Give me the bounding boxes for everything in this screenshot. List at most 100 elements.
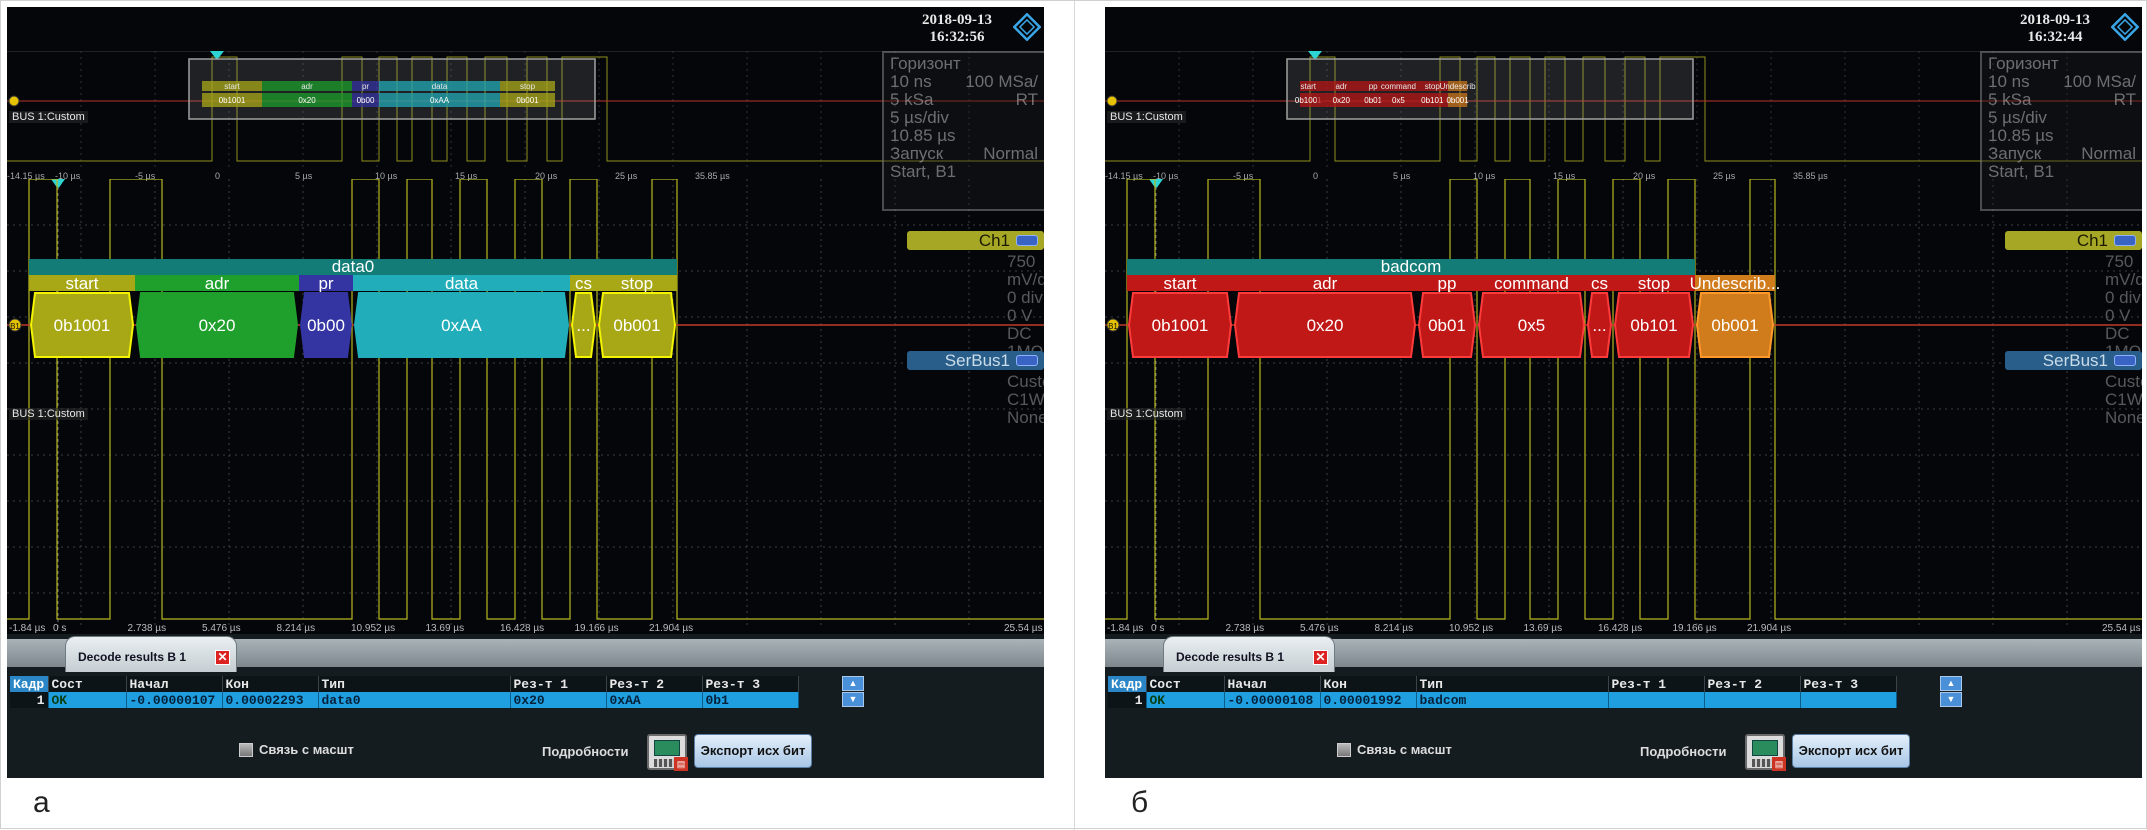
serbus-line: C1W1 [1007, 390, 1044, 409]
overview-field-name: stop [1425, 82, 1441, 91]
serbus-line: Custom [1007, 372, 1044, 391]
overview-field-value: 0b00 [357, 96, 375, 105]
details-icon[interactable]: ▤ [647, 734, 688, 771]
overview-field: pr 0b00 [352, 81, 379, 107]
time-tick-label: 2.738 µs [128, 623, 167, 634]
close-icon[interactable]: ✕ [215, 650, 230, 665]
field-name: start [1163, 274, 1196, 293]
overview-field-value: 0x5 [1392, 96, 1405, 105]
decoded-field: stop 0b001 [597, 274, 677, 358]
overview-field-value: 0b001 [516, 96, 539, 105]
serbus-line: Custom [2105, 372, 2142, 391]
ch1-line: 750 mV/div [2105, 252, 2142, 289]
table-cell: 0x20 [510, 692, 607, 708]
overview-field-name: data [432, 82, 448, 91]
serbus-settings: Custom C1W1 None [2105, 373, 2142, 427]
column-header: Рез-т 1 [510, 676, 607, 692]
results-tab-label: Decode results B 1 [78, 650, 187, 664]
serbus-line: None [1007, 408, 1044, 427]
overview-field: command 0x5 [1380, 81, 1417, 107]
info-row: Запуск Normal [890, 144, 1038, 163]
results-tab[interactable]: Decode results B 1 ✕ [1163, 636, 1335, 672]
details-icon[interactable]: ▤ [1745, 734, 1786, 771]
overview-field: adr 0x20 [1316, 81, 1366, 107]
close-icon[interactable]: ✕ [1313, 650, 1328, 665]
field-value: 0b1001 [1152, 316, 1209, 335]
checkbox-icon [239, 742, 253, 757]
scroll-up-icon[interactable]: ▲ [1940, 676, 1962, 691]
info-row: 10.85 µs [1988, 126, 2054, 145]
column-header: Рез-т 3 [702, 676, 799, 692]
ch1-label[interactable]: Ch1 [2005, 231, 2142, 250]
info-row: 5 µs/div [1988, 108, 2047, 127]
rs-logo-icon [1013, 13, 1041, 41]
field-value: 0x20 [199, 316, 236, 335]
field-name: stop [1638, 274, 1670, 293]
rs-logo-icon [2111, 13, 2139, 41]
bus-marker-label: B1 [10, 322, 20, 331]
scroll-down-icon[interactable]: ▼ [1940, 692, 1962, 707]
field-value: 0b00 [307, 316, 345, 335]
serbus-label[interactable]: SerBus1 [2005, 351, 2142, 370]
caption-b: б [1131, 786, 1149, 819]
decoded-field: data 0xAA [353, 274, 570, 358]
link-zoom-checkbox[interactable]: Связь с масшт [1337, 742, 1452, 757]
waveform-zone: B1 data0 start 0b1001 adr 0x20 pr 0b00 data 0xAA c… [7, 179, 1044, 634]
ch1-line: 0 div [1007, 288, 1043, 307]
column-header: Рез-т 1 [1608, 676, 1705, 692]
table-row[interactable]: 1 OK -0.00000107 0.00002293 data0 0x20 0… [10, 692, 799, 708]
link-zoom-checkbox[interactable]: Связь с масшт [239, 742, 354, 757]
ch1-tab-icon [1016, 235, 1038, 246]
overview-field-name: pr [362, 82, 369, 91]
date: 2018-09-13 [2020, 12, 2090, 28]
column-header: Начал [126, 676, 223, 692]
overview-field-name: start [224, 82, 240, 91]
horizontal-info-box[interactable]: Горизонт 10 ns 100 MSa/ 5 kSa RT 5 µs/div … [882, 51, 1044, 211]
field-value: ... [576, 316, 590, 335]
field-value: 0x20 [1307, 316, 1344, 335]
time-tick-label: 10.952 µs [1449, 623, 1493, 634]
scroll-down-icon[interactable]: ▼ [842, 692, 864, 707]
field-value: 0b001 [1711, 316, 1758, 335]
table-cell: 1 [1108, 692, 1147, 708]
time-tick-label: 8.214 µs [1375, 623, 1414, 634]
caption-a: а [33, 786, 50, 819]
decoded-field: pr 0b00 [299, 274, 353, 358]
table-cell: -0.00000108 [1224, 692, 1321, 708]
serbus-label[interactable]: SerBus1 [907, 351, 1044, 370]
results-tab[interactable]: Decode results B 1 ✕ [65, 636, 237, 672]
ch1-line: 0 V [1007, 306, 1033, 325]
export-raw-bits-button[interactable]: Экспорт исх бит [694, 734, 812, 768]
field-name: adr [1313, 274, 1338, 293]
ch1-label[interactable]: Ch1 [907, 231, 1044, 250]
frame-title: badcom [1381, 257, 1441, 276]
time: 16:32:56 [929, 29, 985, 45]
scroll-up-icon[interactable]: ▲ [842, 676, 864, 691]
date: 2018-09-13 [922, 12, 992, 28]
decoded-field: cs... [1586, 274, 1613, 358]
table-row[interactable]: 1 OK -0.00000108 0.00001992 badcom [1108, 692, 1897, 708]
decoded-field: command 0x5 [1477, 274, 1586, 358]
time-tick-label: 21.904 µs [1747, 623, 1791, 634]
column-header: Рез-т 2 [606, 676, 703, 692]
time-tick-label: 19.166 µs [1673, 623, 1717, 634]
field-name: pr [318, 274, 333, 293]
overview-field-name: Undescrib [1440, 82, 1477, 91]
time-tick-label: 2.738 µs [1226, 623, 1265, 634]
time-tick-label: -1.84 µs [9, 623, 45, 634]
results-header-row: Кадр Сост Начал Кон Тип Рез-т 1 Рез-т 2 … [1108, 676, 1897, 692]
time-tick-label: 10.952 µs [351, 623, 395, 634]
overview-field-name: start [1300, 82, 1316, 91]
horizontal-info-box[interactable]: Горизонт 10 ns 100 MSa/ 5 kSa RT 5 µs/div … [1980, 51, 2142, 211]
export-raw-bits-button[interactable]: Экспорт исх бит [1792, 734, 1910, 768]
datetime: 2018-09-13 16:32:44 [2000, 12, 2110, 46]
overview-field-value: 0x20 [298, 96, 316, 105]
results-table: Кадр Сост Начал Кон Тип Рез-т 1 Рез-т 2 … [1108, 676, 1897, 708]
decoded-field: pp 0b01 [1417, 274, 1477, 358]
overview-bus-label: BUS 1:Custom [9, 111, 88, 123]
time-tick-label: 16.428 µs [500, 623, 544, 634]
table-cell [1608, 692, 1705, 708]
overview-field: adr 0x20 [262, 81, 352, 107]
panel-divider [1074, 1, 1075, 830]
overview-bus-marker-icon [8, 95, 20, 107]
